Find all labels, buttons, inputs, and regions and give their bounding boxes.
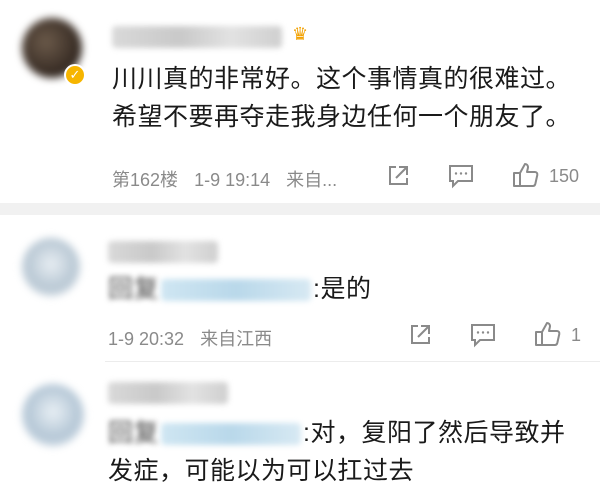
comment-item: 回复:对，复阳了然后导致并发症，可能以为可以扛过去 [0, 362, 600, 496]
comment-icon[interactable] [469, 322, 497, 348]
comment-text: 川川真的非常好。这个事情真的很难过。希望不要再夺走我身边任何一个朋友了。 [112, 65, 572, 131]
timestamp: 1-9 20:32 [108, 329, 185, 349]
thumbs-up-icon[interactable] [533, 320, 563, 348]
verified-badge-icon: ✓ [64, 64, 86, 86]
share-icon[interactable] [407, 322, 433, 348]
comment-text: 回复:对，复阳了然后导致并发症，可能以为可以扛过去 [108, 414, 588, 490]
like-count: 1 [571, 325, 582, 345]
reply-prefix: 回复 [108, 275, 160, 303]
thumbs-up-icon[interactable] [511, 161, 541, 189]
like-count: 150 [549, 166, 580, 186]
avatar[interactable] [22, 238, 80, 296]
comment-icon[interactable] [447, 163, 475, 189]
mention-link[interactable] [161, 423, 302, 446]
comment-meta: 1-9 20:32 来自江西 [108, 325, 272, 351]
mention-link[interactable] [161, 279, 312, 302]
username[interactable] [108, 382, 228, 404]
username[interactable] [112, 26, 282, 48]
source-label: 来自... [286, 170, 338, 190]
share-icon[interactable] [385, 163, 411, 189]
username[interactable] [108, 241, 218, 263]
floor-number: 第162楼 [112, 170, 179, 190]
timestamp: 1-9 19:14 [194, 170, 271, 190]
reply-content: :是的 [313, 275, 372, 303]
comment-text: 回复 :是的 [108, 270, 588, 308]
crown-icon: ♛ [292, 24, 309, 44]
avatar[interactable] [22, 384, 84, 446]
comment-meta: 第162楼 1-9 19:14 来自... [112, 166, 337, 192]
section-divider [0, 203, 600, 215]
reply-prefix: 回复 [108, 419, 160, 447]
comment-item: 回复 :是的 1-9 20:32 来自江西 1 [0, 215, 600, 362]
comment-item: ✓ ♛ 川川真的非常好。这个事情真的很难过。希望不要再夺走我身边任何一个朋友了。… [0, 0, 600, 203]
source-label: 来自江西 [200, 329, 273, 349]
